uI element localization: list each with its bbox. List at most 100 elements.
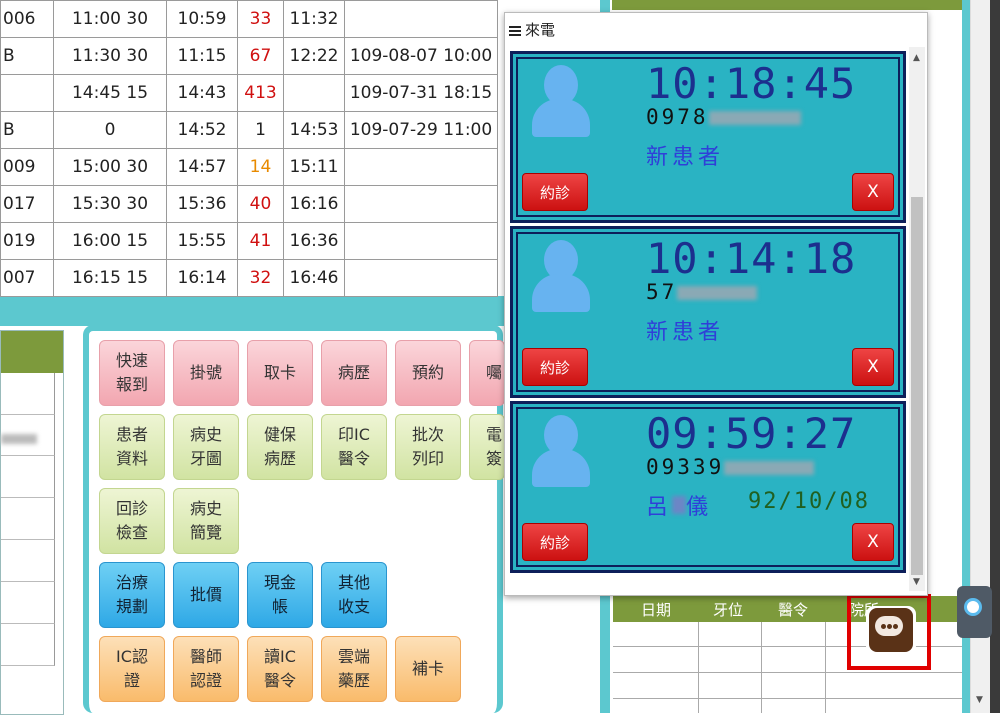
caller-name: 新患者	[646, 320, 725, 345]
table-cell: 11:00 30	[53, 0, 167, 38]
e-sign-button[interactable]: 電 簽	[469, 414, 505, 480]
left-row	[1, 582, 55, 624]
table-cell: B	[0, 37, 54, 75]
table-cell: 11:15	[166, 37, 238, 75]
table-row[interactable]: 009 15:00 30 14:57 14 15:11	[0, 148, 498, 186]
table-cell: 017	[0, 185, 54, 223]
left-row	[1, 624, 55, 666]
table-row[interactable]: 007 16:15 15 16:14 32 16:46	[0, 259, 498, 297]
table-cell: 40	[237, 185, 284, 223]
history-browse-button[interactable]: 病史 簡覽	[173, 488, 239, 554]
print-ic-order-button[interactable]: 印IC 醫令	[321, 414, 387, 480]
table-cell: 15:30 30	[53, 185, 167, 223]
table-row[interactable]: 14:45 15 14:43 413 109-07-31 18:15	[0, 74, 498, 112]
masked-text	[1, 434, 37, 444]
table-cell: 11:32	[283, 0, 345, 38]
history-chart-button[interactable]: 病史 牙圖	[173, 414, 239, 480]
table-cell: 16:14	[166, 259, 238, 297]
get-card-button[interactable]: 取卡	[247, 340, 313, 406]
table-row[interactable]: 019 16:00 15 15:55 41 16:36	[0, 222, 498, 260]
table-cell: 006	[0, 0, 54, 38]
other-income-button[interactable]: 其他 收支	[321, 562, 387, 628]
table-cell	[344, 0, 498, 38]
ic-verify-button[interactable]: IC認 證	[99, 636, 165, 702]
order-button[interactable]: 囑	[469, 340, 505, 406]
caller-phone: 57	[646, 280, 758, 304]
register-button[interactable]: 掛號	[173, 340, 239, 406]
user-avatar-icon	[528, 240, 592, 312]
call-card: 09:59:27 09339 呂儀 92/10/08 約診 X	[510, 401, 906, 573]
appointment-button[interactable]: 預約	[395, 340, 461, 406]
close-call-button[interactable]: X	[852, 523, 894, 561]
caller-name: 呂儀	[646, 495, 713, 520]
table-row[interactable]: B 0 14:52 1 14:53 109-07-29 11:00	[0, 111, 498, 149]
book-appointment-button[interactable]: 約診	[522, 173, 588, 211]
popup-scrollbar[interactable]: ▲ ▼	[909, 47, 925, 591]
chat-icon-highlight	[847, 594, 931, 670]
table-cell: 67	[237, 37, 284, 75]
incoming-call-popup: 來電 ▲ ▼ 10:18:45 0978 新患者 約診 X 10:14:18 5…	[504, 12, 928, 596]
left-row	[1, 373, 55, 415]
caller-phone: 09339	[646, 455, 815, 479]
table-cell: 14:57	[166, 148, 238, 186]
patient-info-button[interactable]: 患者 資料	[99, 414, 165, 480]
table-cell: 33	[237, 0, 284, 38]
table-cell: 1	[237, 111, 284, 149]
close-call-button[interactable]: X	[852, 173, 894, 211]
table-cell: 109-08-07 10:00	[344, 37, 498, 75]
book-appointment-button[interactable]: 約診	[522, 523, 588, 561]
teamviewer-tab[interactable]	[957, 586, 992, 638]
call-time: 09:59:27	[646, 409, 857, 458]
left-row	[1, 415, 55, 456]
table-cell: 14:45 15	[53, 74, 167, 112]
table-cell: 14:43	[166, 74, 238, 112]
call-time: 10:14:18	[646, 234, 857, 283]
table-cell: 16:15 15	[53, 259, 167, 297]
call-time: 10:18:45	[646, 59, 857, 108]
table-cell	[344, 222, 498, 260]
popup-title: 來電	[509, 19, 555, 40]
close-call-button[interactable]: X	[852, 348, 894, 386]
table-cell: 109-07-29 11:00	[344, 111, 498, 149]
table-cell: 16:46	[283, 259, 345, 297]
table-row[interactable]: B 11:30 30 11:15 67 12:22 109-08-07 10:00	[0, 37, 498, 75]
left-row	[1, 498, 55, 540]
caller-name: 新患者	[646, 145, 725, 170]
cash-account-button[interactable]: 現金 帳	[247, 562, 313, 628]
nhi-history-button[interactable]: 健保 病歷	[247, 414, 313, 480]
left-panel-header	[1, 331, 63, 373]
caller-phone: 0978	[646, 105, 801, 129]
table-cell	[0, 74, 54, 112]
table-cell: 009	[0, 148, 54, 186]
book-appointment-button[interactable]: 約診	[522, 348, 588, 386]
table-row[interactable]: 017 15:30 30 15:36 40 16:16	[0, 185, 498, 223]
table-cell: 14:52	[166, 111, 238, 149]
table-cell: 16:00 15	[53, 222, 167, 260]
replace-card-button[interactable]: 補卡	[395, 636, 461, 702]
table-cell: 15:36	[166, 185, 238, 223]
left-partial-panel	[0, 330, 64, 715]
caller-birthdate: 92/10/08	[748, 489, 870, 514]
appointment-table: 006 11:00 30 10:59 33 11:32 B 11:30 30 11:15 67 1…	[0, 0, 498, 297]
hamburger-icon[interactable]	[509, 24, 521, 38]
table-cell	[344, 185, 498, 223]
recall-check-button[interactable]: 回診 檢查	[99, 488, 165, 554]
table-cell: 15:11	[283, 148, 345, 186]
user-avatar-icon	[528, 415, 592, 487]
doctor-verify-button[interactable]: 醫師 認證	[173, 636, 239, 702]
table-cell	[283, 74, 345, 112]
table-cell: B	[0, 111, 54, 149]
table-cell: 16:16	[283, 185, 345, 223]
batch-price-button[interactable]: 批價	[173, 562, 239, 628]
col-date: 日期	[641, 601, 672, 619]
table-row[interactable]: 006 11:00 30 10:59 33 11:32	[0, 0, 498, 38]
quick-checkin-button[interactable]: 快速 報到	[99, 340, 165, 406]
cloud-meds-button[interactable]: 雲端 藥歷	[321, 636, 387, 702]
batch-print-button[interactable]: 批次 列印	[395, 414, 461, 480]
treatment-plan-button[interactable]: 治療 規劃	[99, 562, 165, 628]
popup-scroll-thumb[interactable]	[911, 197, 923, 575]
read-ic-order-button[interactable]: 讀IC 醫令	[247, 636, 313, 702]
table-cell: 10:59	[166, 0, 238, 38]
table-cell	[344, 259, 498, 297]
history-button[interactable]: 病歷	[321, 340, 387, 406]
